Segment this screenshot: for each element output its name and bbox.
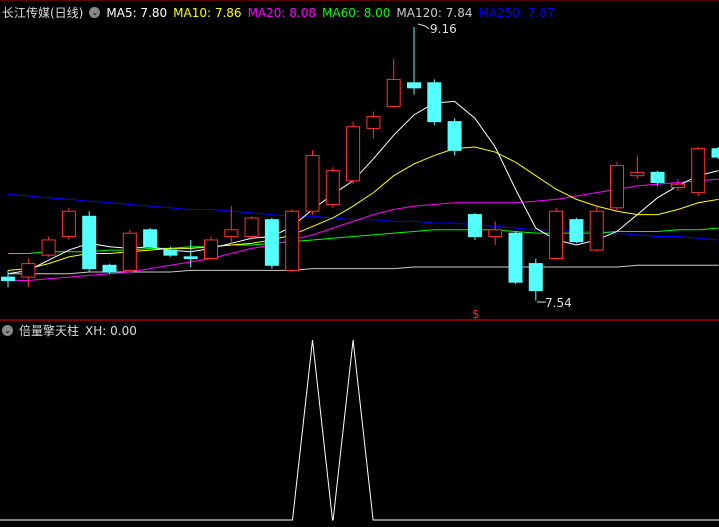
candle-body — [670, 183, 685, 189]
high-arrow-icon — [417, 23, 430, 30]
candle-body — [61, 210, 76, 238]
candle-body — [102, 264, 117, 273]
indicator-title: 倍量擎天柱 — [19, 324, 80, 338]
candle-body — [610, 165, 624, 209]
candle-body — [21, 263, 36, 278]
candle-body — [407, 82, 421, 89]
ma60-line — [8, 227, 719, 254]
indicator-line — [0, 339, 719, 521]
candle-body — [711, 148, 719, 158]
candle-body — [224, 229, 239, 238]
candle-body — [204, 239, 218, 260]
main-header: 长江传媒(日线) ⌄ MA5: 7.80 MA10: 7.86 MA20: 8.08… — [2, 4, 555, 21]
candle-body — [630, 171, 645, 177]
candle-body — [366, 116, 381, 129]
signal-marker: $ — [472, 307, 480, 321]
candle-body — [244, 217, 259, 238]
candle-body — [386, 78, 401, 107]
candle-body — [183, 256, 198, 260]
candle-body — [163, 249, 178, 256]
ma-legend-item: MA60: 8.00 — [322, 5, 391, 20]
kline-chart[interactable]: 9.16 7.54 $ — [0, 0, 719, 527]
candle-body — [1, 276, 15, 281]
ma-legend-item: MA250: 7.87 — [478, 5, 555, 20]
candle-body — [508, 232, 523, 283]
candle-body — [549, 210, 564, 260]
candle-body — [427, 82, 442, 123]
collapse-icon[interactable]: ⌄ — [89, 7, 101, 18]
collapse-icon[interactable]: ⌄ — [2, 325, 13, 336]
indicator-value: XH: 0.00 — [85, 323, 137, 338]
candle-body — [346, 126, 361, 182]
candle-body — [589, 210, 604, 251]
ma-legend-item: MA120: 7.84 — [396, 5, 473, 20]
candle-body — [569, 219, 584, 243]
candle-body — [82, 215, 97, 270]
candle-body — [447, 121, 462, 151]
candle-body — [650, 171, 665, 183]
candle-body — [41, 239, 56, 256]
low-price-label: 7.54 — [545, 296, 572, 310]
stock-title: 长江传媒(日线) — [2, 6, 84, 20]
candle-body — [285, 210, 300, 271]
ma-legend-item: MA5: 7.80 — [106, 5, 168, 20]
candle-body — [305, 154, 320, 212]
ma-legend-item: MA20: 8.08 — [247, 5, 316, 20]
candle-body — [467, 214, 482, 238]
ma-legend-item: MA10: 7.86 — [173, 5, 242, 20]
candle-body — [691, 148, 706, 194]
indicator-header: ⌄ 倍量擎天柱 XH: 0.00 — [2, 322, 137, 339]
ma-legend: MA5: 7.80 MA10: 7.86 MA20: 8.08 MA60: 8.00 M… — [106, 6, 554, 20]
candle-body — [528, 263, 543, 292]
candle-body — [143, 229, 158, 248]
candle-body — [264, 219, 279, 266]
candle-body — [488, 229, 503, 238]
candle-body — [325, 170, 340, 205]
candle-body — [122, 232, 137, 271]
high-price-label: 9.16 — [430, 22, 457, 36]
